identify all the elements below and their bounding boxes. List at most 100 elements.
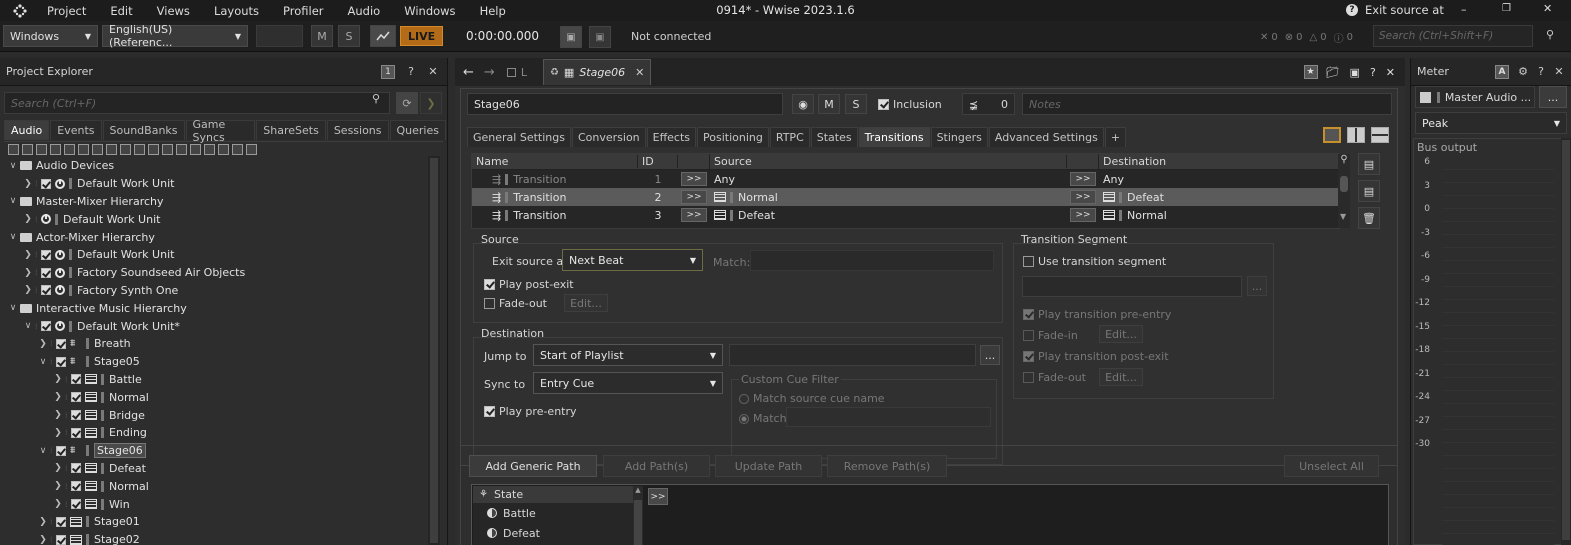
transition-segment-field[interactable]	[1022, 276, 1242, 297]
chevron-right-icon[interactable]: ❯	[51, 481, 65, 491]
remove-paths-button[interactable]: Remove Path(s)	[827, 455, 947, 477]
play-pre-entry-checkbox[interactable]: Play pre-entry	[484, 405, 577, 418]
chevron-down-icon[interactable]: ∨	[6, 161, 20, 171]
volume-field[interactable]	[256, 25, 303, 47]
new-segment-icon[interactable]	[204, 144, 215, 155]
save-icon[interactable]: ▣	[1350, 66, 1360, 79]
exit-source-help[interactable]: ? Exit source at	[1346, 3, 1444, 17]
list-item[interactable]: Battle	[473, 503, 633, 523]
chevron-right-icon[interactable]: ❯	[36, 517, 50, 527]
inclusion-checkbox[interactable]	[56, 516, 66, 527]
chevron-right-icon[interactable]: ❯	[51, 410, 65, 420]
destination-arrow-button[interactable]: >>	[1070, 208, 1096, 222]
forward-arrow-icon[interactable]: →	[484, 65, 495, 80]
collapse-button[interactable]: ❯	[420, 92, 442, 114]
chevron-down-icon[interactable]: ∨	[36, 446, 50, 456]
minimize-button[interactable]: –	[1461, 3, 1467, 16]
chevron-right-icon[interactable]: ❯	[51, 499, 65, 509]
menu-edit[interactable]: Edit	[110, 4, 132, 18]
chevron-down-icon[interactable]: ∨	[6, 196, 20, 206]
chevron-down-icon[interactable]: ∨	[6, 303, 20, 313]
menu-views[interactable]: Views	[157, 4, 190, 18]
tab-general-settings[interactable]: General Settings	[467, 127, 571, 147]
tab-advanced-settings[interactable]: Advanced Settings	[988, 127, 1104, 147]
object-name-field[interactable]: Stage06	[467, 93, 783, 115]
tree-item[interactable]: ❯ ⁞ Stage01	[4, 513, 428, 531]
play-transition-pre-entry-checkbox[interactable]: Play transition pre-entry	[1023, 308, 1171, 321]
match-source-cue-radio[interactable]: Match source cue name	[739, 392, 885, 405]
tree-item[interactable]: ∨ ⁞ ⩩ Stage05	[4, 353, 428, 371]
inclusion-checkbox[interactable]	[71, 499, 81, 510]
inclusion-checkbox[interactable]	[71, 481, 81, 492]
chevron-right-icon[interactable]: ❯	[36, 535, 50, 545]
notes-field[interactable]: Notes	[1022, 93, 1392, 115]
fade-out-checkbox[interactable]: Fade-out	[484, 297, 547, 310]
tree-item[interactable]: ❯ ⁞ Defeat	[4, 460, 428, 478]
live-button[interactable]: LIVE	[400, 26, 444, 46]
tree-item[interactable]: ❯ ⁞ Default Work Unit	[4, 210, 428, 228]
tab-states[interactable]: States	[810, 127, 858, 147]
destination-arrow-button[interactable]: >>	[1070, 190, 1096, 204]
inclusion-checkbox[interactable]	[41, 267, 51, 278]
inclusion-checkbox[interactable]	[56, 338, 66, 349]
chevron-right-icon[interactable]: ❯	[51, 392, 65, 402]
tree-item[interactable]: ∨ ⁞ ⩩ Stage06	[4, 442, 428, 460]
pin-icon[interactable]: A	[1495, 64, 1509, 79]
back-arrow-icon[interactable]: ←	[463, 65, 474, 80]
tree-item[interactable]: ❯ ⁞ Normal	[4, 477, 428, 495]
tree-item[interactable]: ∨ Audio Devices	[4, 157, 428, 175]
inclusion-checkbox[interactable]	[41, 321, 51, 332]
play-post-exit-checkbox[interactable]: Play post-exit	[484, 278, 574, 291]
inclusion-checkbox[interactable]	[71, 427, 81, 438]
graph-button[interactable]	[370, 25, 396, 47]
tree-item[interactable]: ❯ ⁞ Default Work Unit	[4, 246, 428, 264]
chevron-right-icon[interactable]: ❯	[36, 339, 50, 349]
use-transition-segment-checkbox[interactable]: Use transition segment	[1023, 255, 1166, 268]
solo-button[interactable]: S	[845, 94, 867, 114]
sync-to-dropdown[interactable]: Entry Cue ▼	[533, 372, 723, 394]
chevron-right-icon[interactable]: ❯	[21, 285, 35, 295]
tree-item[interactable]: ❯ ⁞ Factory Synth One	[4, 282, 428, 300]
fade-out-edit-button[interactable]: Edit...	[564, 294, 608, 312]
state-list-scrollbar[interactable]: ▲	[633, 486, 643, 545]
menu-audio[interactable]: Audio	[348, 4, 381, 18]
layout-split-icon[interactable]	[1347, 127, 1365, 143]
inclusion-checkbox[interactable]	[71, 392, 81, 403]
tree-item[interactable]: ❯ ⁞ Normal	[4, 388, 428, 406]
chevron-right-icon[interactable]: ❯	[21, 214, 35, 224]
close-icon[interactable]: ✕	[1551, 64, 1567, 80]
inclusion-checkbox[interactable]	[41, 178, 51, 189]
help-icon[interactable]: ?	[1533, 64, 1549, 80]
new-aux-icon[interactable]	[162, 144, 173, 155]
sync-button[interactable]: ⟳	[396, 92, 418, 114]
chevron-down-icon[interactable]: ∨	[21, 321, 35, 331]
platform-dropdown[interactable]: Windows ▼	[3, 25, 98, 47]
explorer-search-input[interactable]: Search (Ctrl+F)	[4, 92, 390, 114]
scroll-up-icon[interactable]: ▲	[633, 486, 643, 494]
inclusion-checkbox[interactable]	[56, 356, 66, 367]
tab-add[interactable]: +	[1104, 127, 1127, 147]
scroll-thumb[interactable]	[1340, 176, 1348, 192]
tab-positioning[interactable]: Positioning	[697, 127, 769, 147]
tab-rtpc[interactable]: RTPC	[769, 127, 810, 147]
help-icon[interactable]: ?	[1370, 66, 1376, 79]
color-button[interactable]: ◉	[792, 94, 814, 114]
solo-button[interactable]: S	[338, 25, 360, 47]
new-container-icon[interactable]	[78, 144, 89, 155]
bus-browse-button[interactable]: ...	[1539, 86, 1567, 108]
inclusion-checkbox[interactable]	[41, 249, 51, 260]
inclusion-checkbox[interactable]	[71, 374, 81, 385]
add-paths-button[interactable]: Add Path(s)	[603, 455, 710, 477]
layout-stack-icon[interactable]	[1371, 127, 1389, 143]
inclusion-checkbox[interactable]: Inclusion	[878, 98, 942, 111]
tab-history[interactable]: L	[506, 66, 527, 79]
gear-icon[interactable]: ⚙	[1515, 64, 1531, 80]
destination-arrow-button[interactable]: >>	[1070, 172, 1096, 186]
close-tab-icon[interactable]: ✕	[635, 66, 644, 79]
path-arrow-button[interactable]: >>	[648, 488, 668, 505]
chevron-right-icon[interactable]: ❯	[21, 250, 35, 260]
source-arrow-button[interactable]: >>	[681, 172, 707, 186]
log-counters[interactable]: ✕ 0 ⊗ 0 △ 0 ⓘ 0	[1260, 30, 1353, 45]
maximize-button[interactable]: ❐	[1502, 3, 1511, 14]
tree-item[interactable]: ∨ ⁞ Default Work Unit*	[4, 317, 428, 335]
